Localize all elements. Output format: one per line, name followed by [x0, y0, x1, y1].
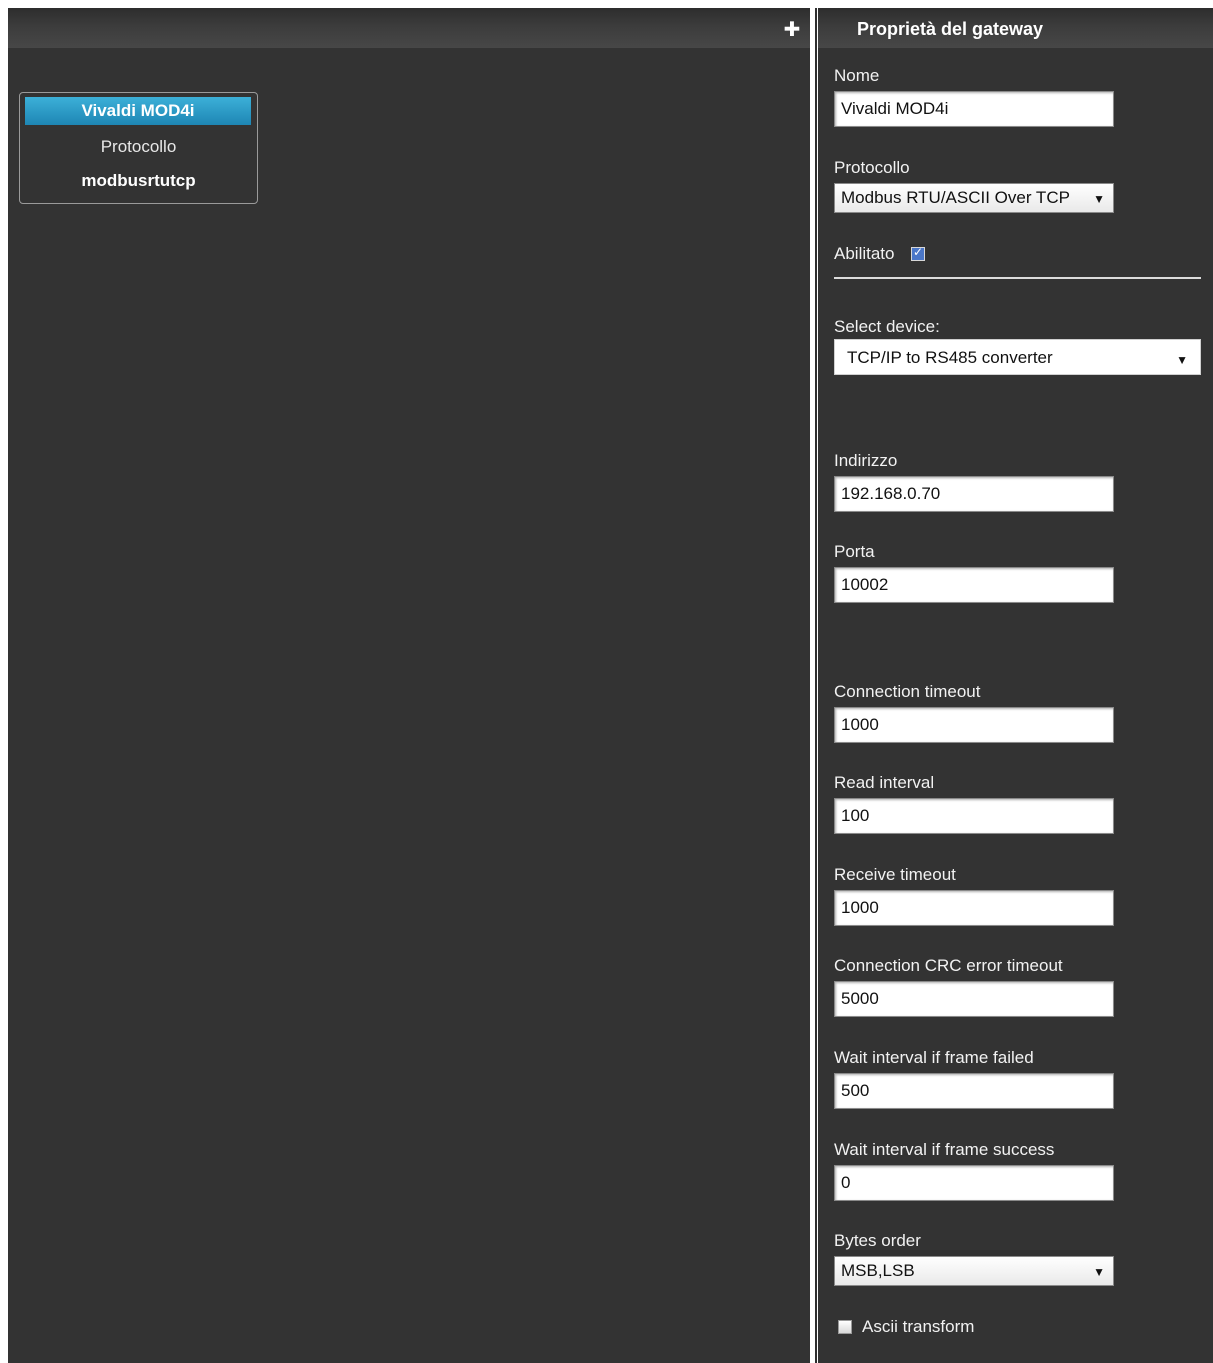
nome-input[interactable]: Vivaldi MOD4i [834, 91, 1114, 127]
chevron-down-icon: ▼ [1093, 192, 1105, 206]
crc-timeout-label: Connection CRC error timeout [834, 956, 1063, 975]
read-interval-label: Read interval [834, 773, 935, 792]
chevron-down-icon: ▼ [1176, 353, 1188, 367]
ascii-transform-label: Ascii transform [862, 1317, 975, 1336]
receive-timeout-label: Receive timeout [834, 865, 956, 884]
porta-input[interactable]: 10002 [834, 567, 1114, 603]
protocollo-label: Protocollo [834, 158, 910, 177]
indirizzo-input[interactable]: 192.168.0.70 [834, 476, 1114, 512]
add-icon[interactable]: ✚ [782, 19, 802, 39]
bytes-order-value: MSB,LSB [841, 1261, 915, 1280]
porta-label: Porta [834, 542, 875, 561]
read-interval-input[interactable]: 100 [834, 798, 1114, 834]
gateway-card-protocol-label: Protocollo [100, 137, 177, 156]
bytes-order-select[interactable]: MSB,LSB ▼ [834, 1256, 1114, 1286]
wait-success-input[interactable]: 0 [834, 1165, 1114, 1201]
protocollo-select[interactable]: Modbus RTU/ASCII Over TCP ▼ [834, 183, 1114, 213]
panel-splitter[interactable] [810, 8, 818, 1363]
panel-title: Proprietà del gateway [857, 19, 1044, 39]
indirizzo-label: Indirizzo [834, 451, 898, 470]
abilitato-label: Abilitato [834, 244, 895, 263]
nome-label: Nome [834, 66, 880, 85]
chevron-down-icon: ▼ [1093, 1265, 1105, 1279]
gateway-card-protocol-value: modbusrtutcp [81, 171, 196, 190]
section-divider [834, 277, 1201, 279]
wait-success-label: Wait interval if frame success [834, 1140, 1055, 1159]
properties-header: Proprietà del gateway [818, 8, 1213, 48]
gateway-card[interactable]: Vivaldi MOD4i Protocollo modbusrtutcp [19, 92, 258, 204]
gateway-canvas: ✚ [8, 8, 810, 1363]
select-device-value: TCP/IP to RS485 converter [847, 348, 1053, 367]
receive-timeout-input[interactable]: 1000 [834, 890, 1114, 926]
canvas-toolbar: ✚ [8, 8, 810, 48]
connection-timeout-label: Connection timeout [834, 682, 981, 701]
abilitato-checkbox[interactable]: ✓ [911, 245, 925, 261]
protocollo-select-value: Modbus RTU/ASCII Over TCP [841, 188, 1070, 207]
select-device-label: Select device: [834, 317, 940, 336]
gateway-card-title: Vivaldi MOD4i [25, 97, 251, 125]
bytes-order-label: Bytes order [834, 1231, 921, 1250]
wait-failed-input[interactable]: 500 [834, 1073, 1114, 1109]
checkmark-icon: ✓ [913, 245, 924, 259]
crc-timeout-input[interactable]: 5000 [834, 981, 1114, 1017]
ascii-transform-checkbox[interactable] [838, 1320, 852, 1334]
wait-failed-label: Wait interval if frame failed [834, 1048, 1034, 1067]
connection-timeout-input[interactable]: 1000 [834, 707, 1114, 743]
select-device-dropdown[interactable]: TCP/IP to RS485 converter ▼ [834, 339, 1201, 375]
